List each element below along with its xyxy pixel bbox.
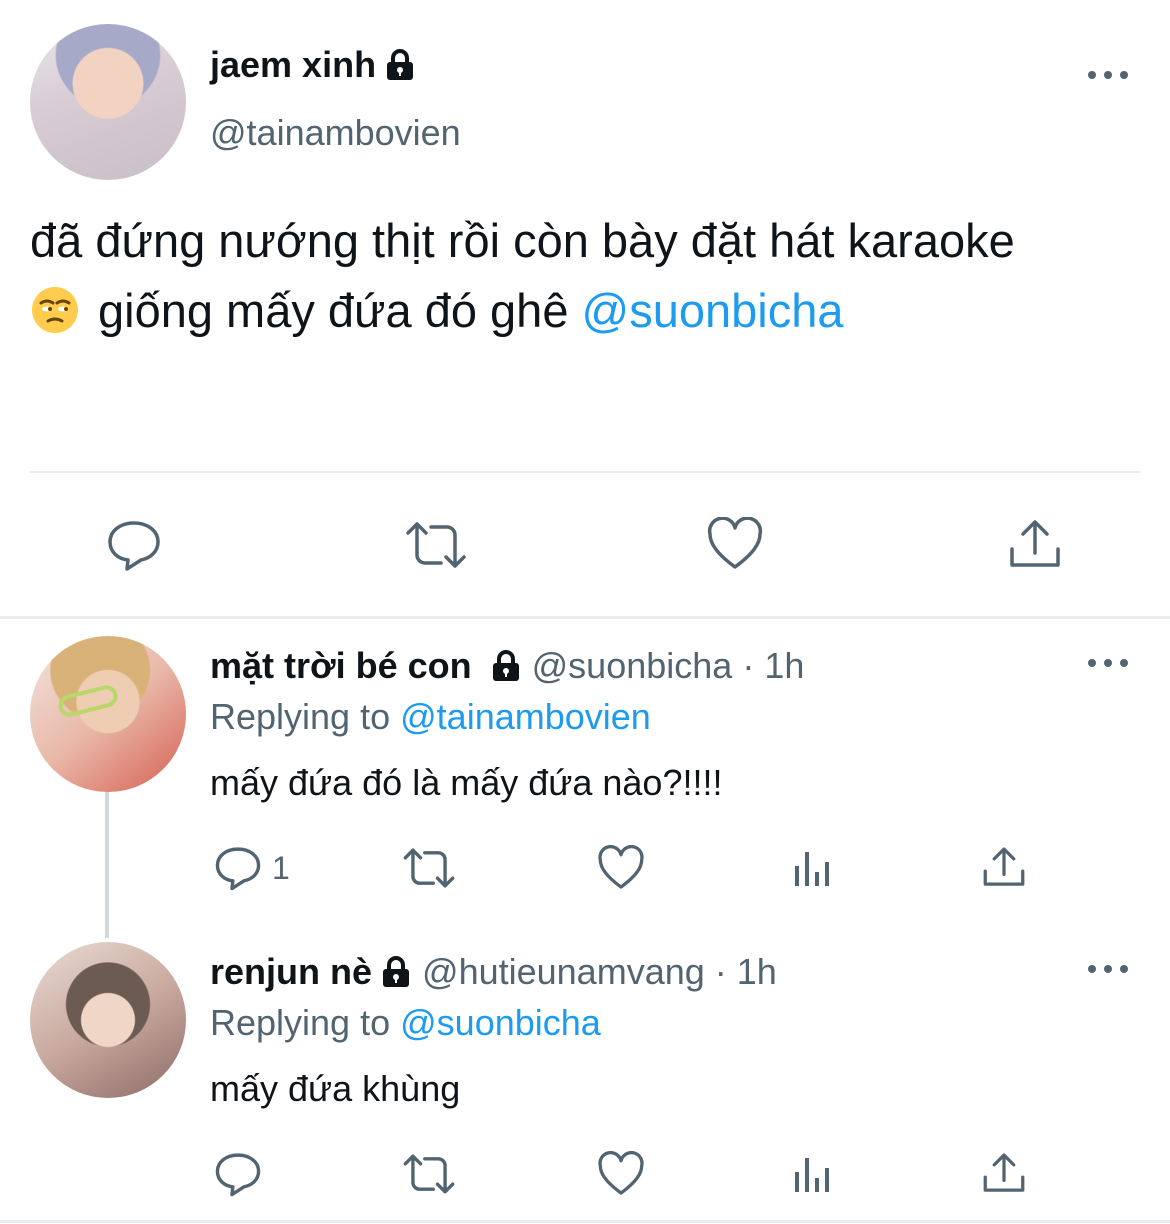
display-name[interactable]: renjun nè [210,951,372,993]
reply-header: mặt trời bé con @suonbicha · 1h [210,644,804,688]
divider [0,1220,1170,1223]
handle[interactable]: @hutieunamvang [422,951,705,993]
reply-header: renjun nè @hutieunamvang · 1h [210,950,777,994]
avatar[interactable] [30,942,186,1098]
replying-label: Replying to [210,696,391,737]
replying-to: Replying to @tainambovien [210,696,651,738]
avatar[interactable] [30,24,186,180]
reply-count: 1 [272,849,290,886]
share-button[interactable] [1008,517,1062,571]
display-name: jaem xinh [210,44,377,85]
retweet-icon [403,848,455,888]
separator-dot: · [742,645,755,686]
analytics-icon [795,1158,829,1192]
tweet-text-line: đã đứng nướng thịt rồi còn bày đặt hát k… [30,214,1015,267]
reply-icon [215,1153,261,1197]
share-icon [983,847,1025,886]
more-options-icon[interactable] [1088,658,1128,668]
avatar[interactable] [30,636,186,792]
mention-link[interactable]: @suonbicha [400,1002,601,1043]
separator-dot: · [714,951,727,992]
retweet-button[interactable] [402,519,470,571]
reply-icon [215,847,261,891]
reply-text: mấy đứa đó là mấy đứa nào?!!!! [210,762,723,803]
retweet-icon [406,522,466,568]
reply-text: mấy đứa khùng [210,1068,461,1109]
share-button[interactable] [982,845,1026,889]
replying-label: Replying to [210,1002,391,1043]
tweet-thread: jaem xinh @tainambovien đã đứng nướng th… [0,0,1170,1224]
heart-icon [598,845,644,889]
handle[interactable]: @suonbicha [532,645,733,687]
heart-icon [707,517,763,569]
unamused-face-icon [32,287,78,333]
tweet-text-line: giống mấy đứa đó ghê @suonbicha [30,276,1160,346]
display-name[interactable]: mặt trời bé con [210,645,472,687]
reply-button[interactable]: 1 [214,844,290,892]
share-icon [983,1153,1025,1192]
reply-icon [108,521,160,571]
mention-link[interactable]: @tainambovien [400,696,651,737]
more-options-icon[interactable] [1088,70,1128,80]
more-options-icon[interactable] [1088,964,1128,974]
share-button[interactable] [982,1151,1026,1195]
timestamp[interactable]: 1h [737,951,777,993]
replying-to: Replying to @suonbicha [210,1002,601,1044]
like-button[interactable] [706,517,764,571]
like-button[interactable] [597,845,645,891]
retweet-icon [403,1154,455,1194]
analytics-button[interactable] [792,1154,834,1194]
lock-icon [383,956,410,987]
mention-link[interactable]: @suonbicha [582,284,844,337]
retweet-button[interactable] [400,846,458,890]
tweet-text-body: giống mấy đứa đó ghê [98,284,569,337]
timestamp[interactable]: 1h [764,645,804,687]
like-button[interactable] [597,1151,645,1197]
lock-icon [492,650,519,681]
thread-connector [105,792,109,938]
sunglasses-decoration [56,683,120,719]
analytics-button[interactable] [792,848,834,888]
share-icon [1010,520,1060,567]
reply-button[interactable] [106,517,162,573]
lock-icon [387,49,414,80]
main-author-name[interactable]: jaem xinh [210,44,416,86]
heart-icon [598,1151,644,1195]
tweet-text: đã đứng nướng thịt rồi còn bày đặt hát k… [30,206,1160,346]
divider [30,471,1140,473]
retweet-button[interactable] [400,1152,458,1196]
analytics-icon [795,852,829,886]
divider [0,616,1170,619]
main-author-handle[interactable]: @tainambovien [210,112,461,154]
reply-button[interactable] [214,1150,272,1198]
